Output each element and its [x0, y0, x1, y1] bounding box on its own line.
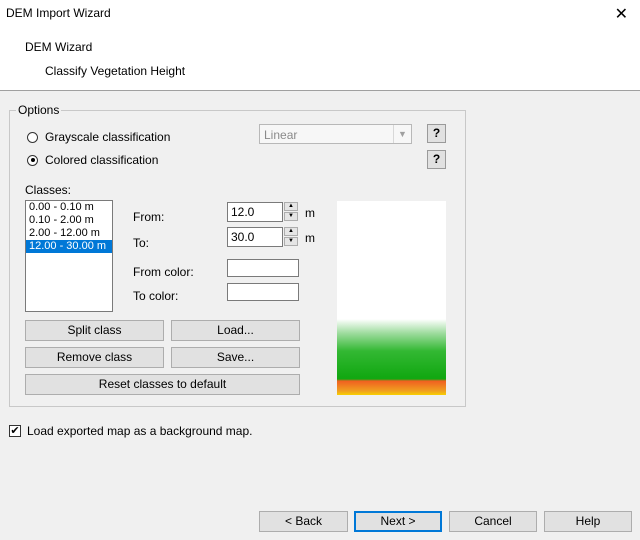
scale-dropdown-value: Linear — [264, 128, 298, 142]
help-button[interactable]: Help — [544, 511, 632, 532]
cancel-button[interactable]: Cancel — [449, 511, 537, 532]
spin-up-icon[interactable]: ▲ — [284, 202, 298, 211]
remove-class-button[interactable]: Remove class — [25, 347, 164, 368]
help-question-button-2[interactable]: ? — [427, 150, 446, 169]
colored-radio[interactable]: Colored classification — [27, 153, 158, 167]
next-button[interactable]: Next > — [354, 511, 442, 532]
scale-dropdown[interactable]: Linear ▼ — [259, 124, 412, 144]
to-color-label: To color: — [133, 289, 179, 303]
back-button[interactable]: < Back — [259, 511, 348, 532]
colored-radio-label: Colored classification — [45, 153, 159, 167]
wizard-header: DEM Wizard Classify Vegetation Height — [0, 30, 640, 91]
from-unit: m — [305, 206, 315, 220]
load-button[interactable]: Load... — [171, 320, 300, 341]
chevron-down-icon: ▼ — [393, 125, 411, 143]
split-class-button[interactable]: Split class — [25, 320, 164, 341]
background-map-checkbox[interactable]: ✔ Load exported map as a background map. — [9, 424, 252, 438]
from-label: From: — [133, 210, 165, 224]
list-item[interactable]: 2.00 - 12.00 m — [26, 227, 112, 240]
to-color-swatch[interactable] — [227, 283, 299, 301]
list-item[interactable]: 0.00 - 0.10 m — [26, 201, 112, 214]
grayscale-radio-label: Grayscale classification — [45, 130, 171, 144]
radio-checked-icon — [27, 154, 38, 166]
options-legend: Options — [18, 103, 60, 117]
classes-label: Classes: — [25, 183, 72, 197]
step-title: Classify Vegetation Height — [45, 64, 186, 78]
help-question-button[interactable]: ? — [427, 124, 446, 143]
to-unit: m — [305, 231, 315, 245]
list-item-selected[interactable]: 12.00 - 30.00 m — [26, 240, 112, 253]
color-gradient-preview — [337, 201, 446, 395]
spin-down-icon[interactable]: ▼ — [284, 237, 298, 246]
list-item[interactable]: 0.10 - 2.00 m — [26, 214, 112, 227]
background-map-label: Load exported map as a background map. — [27, 424, 253, 438]
classes-list[interactable]: 0.00 - 0.10 m 0.10 - 2.00 m 2.00 - 12.00… — [25, 200, 113, 312]
from-color-label: From color: — [133, 265, 194, 279]
title-bar: DEM Import Wizard ✕ — [0, 0, 640, 30]
save-button[interactable]: Save... — [171, 347, 300, 368]
from-input[interactable] — [227, 202, 283, 222]
to-label: To: — [133, 236, 150, 250]
reset-classes-button[interactable]: Reset classes to default — [25, 374, 300, 395]
close-icon[interactable]: ✕ — [615, 4, 628, 24]
window-title: DEM Import Wizard — [6, 6, 111, 20]
checkbox-checked-icon: ✔ — [9, 425, 21, 437]
radio-unchecked-icon — [27, 131, 38, 143]
spin-up-icon[interactable]: ▲ — [284, 227, 298, 236]
to-input[interactable] — [227, 227, 283, 247]
grayscale-radio[interactable]: Grayscale classification — [27, 130, 170, 144]
wizard-title: DEM Wizard — [25, 40, 93, 54]
from-color-swatch[interactable] — [227, 259, 299, 277]
spin-down-icon[interactable]: ▼ — [284, 212, 298, 221]
